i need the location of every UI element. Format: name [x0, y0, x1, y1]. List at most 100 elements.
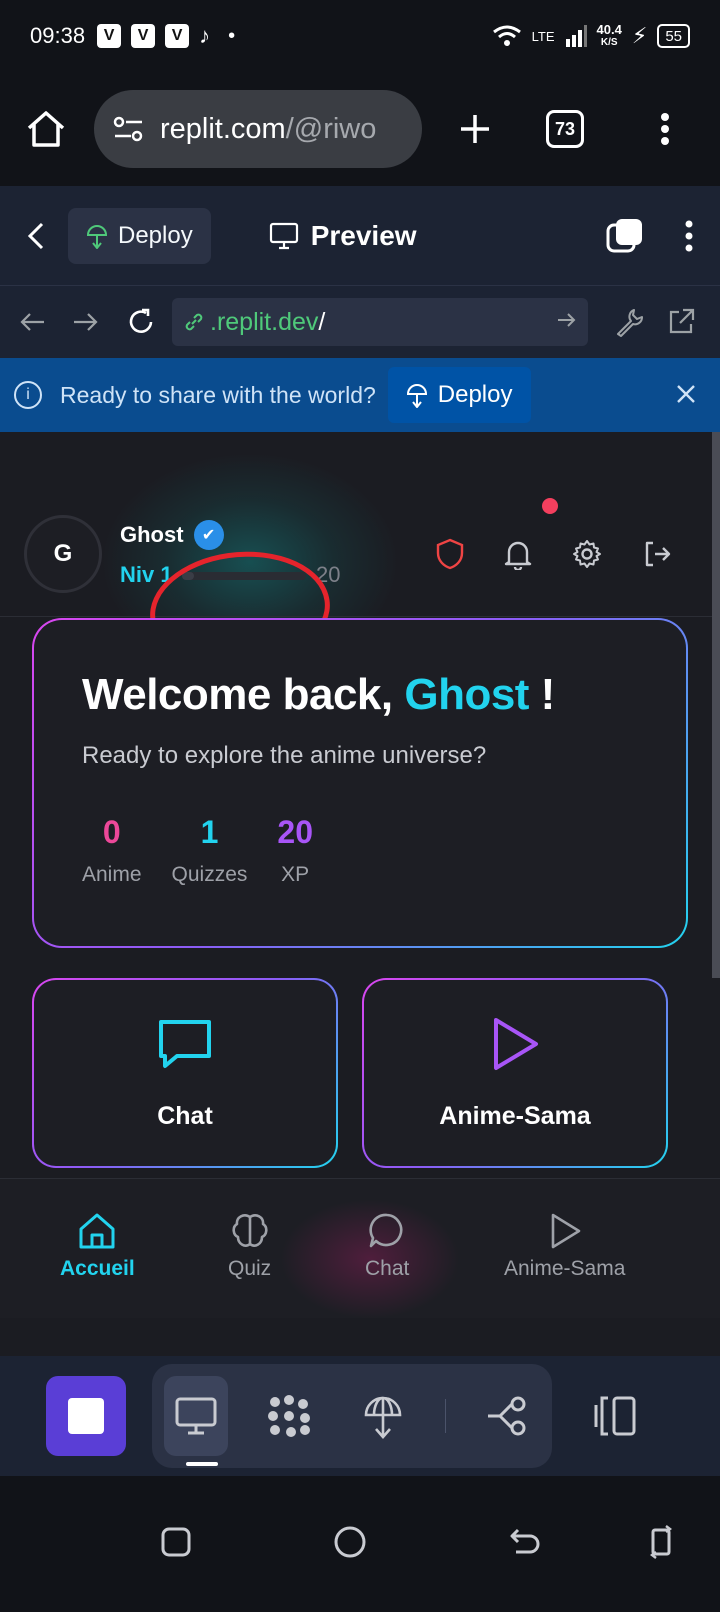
stat-anime: 0 Anime: [82, 814, 142, 886]
deploy-tool-button[interactable]: [351, 1376, 415, 1456]
shield-icon: [436, 538, 464, 570]
logout-button[interactable]: [642, 539, 672, 569]
status-bar: 09:38 V V V ♪ • LTE 40.4 K/S ⚡ 55: [0, 0, 720, 72]
bell-icon: [504, 541, 532, 570]
nav-back-button[interactable]: [18, 310, 46, 334]
toolbar-divider: [444, 1399, 447, 1433]
back-nav-button[interactable]: [508, 1526, 542, 1558]
system-navigation-bar: [0, 1476, 720, 1612]
app-preview: G Ghost ✔ Niv 1 20 Welcome back, Ghost !…: [0, 432, 720, 1356]
monitor-icon: [269, 222, 298, 249]
tab-switcher-button[interactable]: 73: [546, 110, 584, 148]
preview-tab[interactable]: Preview: [269, 220, 417, 252]
home-icon: [27, 111, 65, 147]
reload-button[interactable]: [126, 307, 156, 337]
deploy-tab[interactable]: Deploy: [68, 207, 211, 264]
chat-tile[interactable]: Chat: [32, 978, 338, 1168]
replit-toolbar: [0, 1356, 720, 1476]
settings-button[interactable]: [572, 539, 602, 569]
wrench-icon: [617, 309, 643, 337]
more-notifications-dot-icon: •: [228, 24, 236, 47]
agent-tool-button[interactable]: [258, 1376, 322, 1456]
plus-icon: [461, 115, 489, 143]
network-speed: 40.4 K/S: [596, 22, 622, 48]
nav-chat[interactable]: Chat: [365, 1211, 409, 1281]
stats-row: 0 Anime 1 Quizzes 20 XP: [82, 814, 638, 887]
play-icon: [551, 1213, 580, 1249]
more-vert-icon: [661, 113, 669, 145]
avatar[interactable]: G: [24, 515, 102, 593]
app-notification-icon: V: [165, 24, 190, 48]
play-icon: [494, 1017, 538, 1070]
branch-icon: [488, 1396, 526, 1436]
chat-bubble-icon: [159, 1019, 211, 1068]
back-button[interactable]: [26, 221, 46, 251]
new-tab-button[interactable]: [458, 112, 492, 146]
username: Ghost ✔: [120, 520, 224, 550]
windows-stack-icon: [606, 218, 642, 252]
link-icon: [185, 313, 203, 331]
open-new-tab-button[interactable]: [666, 307, 696, 337]
home-circle-icon: [334, 1526, 366, 1558]
preview-url-input[interactable]: .replit.dev /: [172, 298, 588, 346]
app-notification-icon: V: [131, 24, 156, 48]
banner-deploy-label: Deploy: [437, 381, 513, 408]
nav-anime-sama[interactable]: Anime-Sama: [504, 1211, 625, 1281]
deploy-icon: [364, 1396, 402, 1439]
devtools-button[interactable]: [614, 307, 644, 337]
home-icon: [79, 1213, 115, 1249]
open-windows-button[interactable]: [606, 217, 644, 255]
scrollbar[interactable]: [712, 432, 720, 978]
deploy-icon: [406, 384, 427, 408]
logout-icon: [645, 541, 671, 567]
deploy-banner: i Ready to share with the world? Deploy: [0, 358, 720, 432]
app-notification-icon: V: [97, 24, 122, 48]
replit-header: Deploy Preview: [0, 186, 720, 286]
home-nav-button[interactable]: [332, 1524, 368, 1560]
nav-accueil[interactable]: Accueil: [60, 1211, 135, 1281]
user-header: G Ghost ✔ Niv 1 20: [0, 492, 712, 680]
nav-quiz[interactable]: Quiz: [228, 1211, 271, 1281]
home-button[interactable]: [24, 107, 68, 151]
banner-deploy-button[interactable]: Deploy: [387, 367, 531, 423]
close-banner-button[interactable]: [676, 379, 696, 411]
preview-tab-label: Preview: [310, 219, 417, 251]
external-link-icon: [669, 308, 695, 334]
url-path: /@riwo: [285, 112, 377, 145]
chevron-left-icon: [27, 222, 44, 249]
notifications-button[interactable]: [504, 498, 558, 570]
deploy-icon: [86, 224, 108, 249]
url-host: replit.com: [160, 112, 286, 145]
stat-xp: 20 XP: [277, 814, 313, 886]
anime-sama-tile[interactable]: Anime-Sama: [362, 978, 668, 1168]
replit-menu-button[interactable]: [684, 219, 694, 253]
stat-quizzes: 1 Quizzes: [171, 814, 248, 886]
more-vert-icon: [685, 220, 693, 251]
notification-dot: [542, 498, 558, 514]
preview-address-bar: .replit.dev /: [0, 286, 720, 358]
split-view-icon: [594, 1396, 636, 1436]
tiktok-icon: ♪: [199, 23, 211, 48]
browser-url-bar[interactable]: replit.com /@riwo: [94, 90, 422, 168]
recents-icon: [161, 1527, 191, 1557]
deploy-tab-label: Deploy: [118, 221, 193, 249]
banner-message: Ready to share with the world?: [60, 381, 376, 408]
stop-button[interactable]: [46, 1376, 126, 1456]
browser-menu-button[interactable]: [660, 112, 670, 146]
welcome-title: Welcome back, Ghost !: [82, 670, 555, 719]
refresh-icon: [129, 308, 153, 333]
signal-icon: [565, 25, 587, 47]
verified-badge-icon: ✔: [193, 520, 224, 550]
recents-button[interactable]: [160, 1526, 192, 1558]
preview-tool-button[interactable]: [164, 1376, 228, 1456]
git-tool-button[interactable]: [476, 1376, 540, 1456]
chat-icon: [369, 1213, 403, 1248]
layout-toggle-button[interactable]: [592, 1395, 638, 1437]
nav-forward-button[interactable]: [72, 310, 100, 334]
wifi-icon: [492, 25, 521, 46]
site-settings-icon: [113, 116, 143, 142]
rotate-screen-button[interactable]: [648, 1524, 674, 1560]
admin-shield-button[interactable]: [436, 538, 464, 570]
go-arrow-icon[interactable]: [556, 308, 578, 337]
arrow-right-icon: [74, 313, 98, 331]
